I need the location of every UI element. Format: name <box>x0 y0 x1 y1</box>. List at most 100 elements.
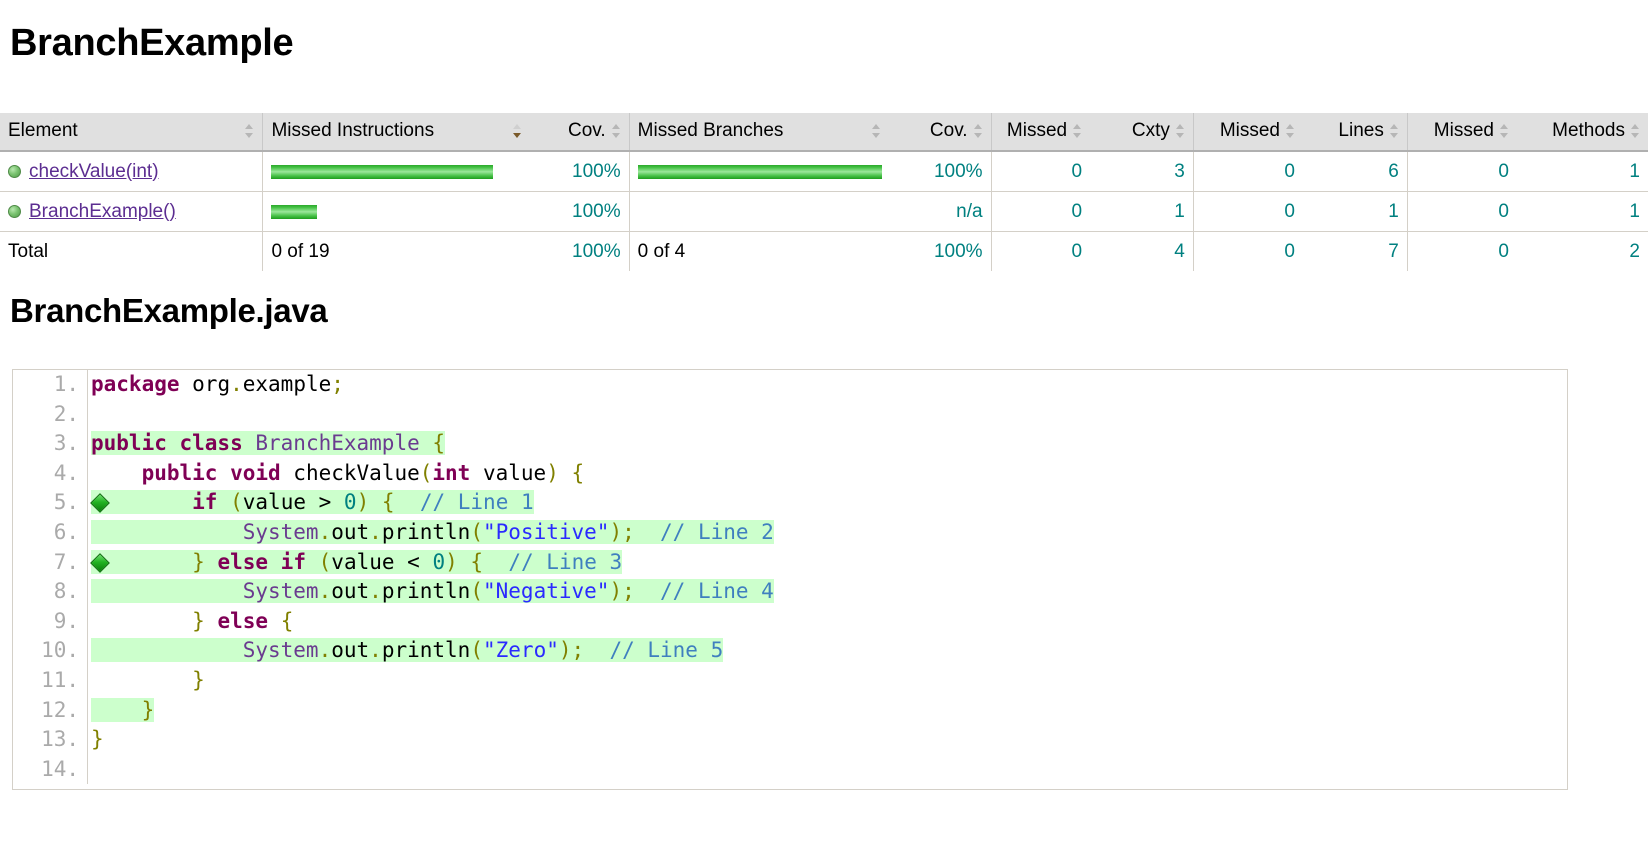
col-label-missed-branches: Missed Branches <box>637 120 784 141</box>
sort-arrow-icon[interactable] <box>245 123 254 139</box>
cell-total-label: Total <box>0 231 263 271</box>
code-line: System.out.println("Positive"); // Line … <box>89 518 1567 548</box>
sort-arrow-icon[interactable] <box>1175 123 1185 139</box>
line-number: 3. <box>53 431 79 456</box>
code-line: } <box>89 696 1567 726</box>
code-line: System.out.println("Zero"); // Line 5 <box>89 636 1567 666</box>
cell-missed-lines: 0 <box>1192 151 1303 192</box>
cell-missed-methods: 0 <box>1406 191 1517 232</box>
col-header-cxty[interactable]: Cxty <box>1090 113 1194 152</box>
sort-arrow-icon[interactable] <box>513 123 522 139</box>
code-line: } <box>91 727 104 752</box>
code-line: } else { <box>192 608 294 633</box>
col-label-missed-lines: Missed <box>1219 120 1280 141</box>
cell-total-lines: 7 <box>1303 231 1408 271</box>
line-number: 14. <box>41 756 79 781</box>
sort-arrow-icon[interactable] <box>611 123 621 139</box>
col-label-cxty: Cxty <box>1131 120 1170 141</box>
line-number: 13. <box>41 727 79 752</box>
cell-missed-lines: 0 <box>1192 191 1303 232</box>
sort-arrow-icon[interactable] <box>1389 123 1399 139</box>
col-label-missed-methods: Missed <box>1433 120 1494 141</box>
cell-missed-instructions <box>262 191 531 232</box>
col-label-lines: Lines <box>1338 120 1384 141</box>
cell-total-instructions: 0 of 19 <box>262 231 531 271</box>
col-header-element[interactable]: Element <box>0 113 263 152</box>
code-line: package org.example; <box>91 372 344 396</box>
cell-branches-cov: n/a <box>888 191 992 232</box>
sort-arrow-icon[interactable] <box>871 123 881 139</box>
line-number: 2. <box>53 401 79 426</box>
line-number: 8. <box>53 579 79 604</box>
code-line: if (value > 0) { // Line 1 <box>89 488 1567 518</box>
code-text-area: package org.example; public class Branch… <box>89 370 1567 784</box>
sort-arrow-icon[interactable] <box>1499 123 1509 139</box>
cell-instructions-cov: 100% <box>530 151 630 192</box>
col-label-branches-cov: Cov. <box>929 120 968 141</box>
table-row: BranchExample() 100% n/a 0 1 0 1 0 1 <box>0 191 1648 232</box>
line-number-gutter: 1. 2. 3. 4. 5. 6. 7. 8. 9. 10. 11. 12. 1… <box>13 370 88 785</box>
col-label-instructions-cov: Cov. <box>567 120 606 141</box>
cell-total-methods: 2 <box>1516 231 1648 271</box>
cell-methods: 1 <box>1516 151 1648 192</box>
cell-total-instructions-cov: 100% <box>530 231 630 271</box>
cell-lines: 6 <box>1303 151 1408 192</box>
coverage-table: Element Missed Instructions Cov. Missed … <box>0 113 1648 271</box>
cell-missed-cxty: 0 <box>990 191 1091 232</box>
cell-lines: 1 <box>1303 191 1408 232</box>
code-line: public void checkValue(int value) { <box>141 460 585 485</box>
cell-instructions-cov: 100% <box>530 191 630 232</box>
col-header-methods[interactable]: Methods <box>1516 113 1648 152</box>
instructions-coverage-bar <box>271 204 318 219</box>
col-header-missed-methods[interactable]: Missed <box>1406 113 1517 152</box>
table-header-row: Element Missed Instructions Cov. Missed … <box>0 113 1648 152</box>
line-number: 4. <box>53 460 79 485</box>
line-number: 6. <box>53 519 79 544</box>
code-line: } else if (value < 0) { // Line 3 <box>89 548 1567 578</box>
sort-arrow-icon[interactable] <box>1286 123 1295 139</box>
line-number: 10. <box>41 638 79 663</box>
cell-element: BranchExample() <box>0 191 263 232</box>
branches-coverage-bar <box>637 164 882 179</box>
sort-arrow-icon[interactable] <box>973 123 983 139</box>
cell-missed-branches <box>628 151 889 192</box>
line-number: 12. <box>41 697 79 722</box>
cell-total-missed-cxty: 0 <box>990 231 1091 271</box>
cell-cxty: 3 <box>1090 151 1194 192</box>
sort-arrow-icon[interactable] <box>1631 123 1640 139</box>
line-number: 5. <box>53 490 79 515</box>
col-label-methods: Methods <box>1552 120 1625 141</box>
col-header-lines[interactable]: Lines <box>1303 113 1408 152</box>
page-title: BranchExample <box>10 22 294 64</box>
col-header-missed-cxty[interactable]: Missed <box>990 113 1091 152</box>
code-lines: 1. 2. 3. 4. 5. 6. 7. 8. 9. 10. 11. 12. 1… <box>13 370 1567 785</box>
col-header-branches-cov[interactable]: Cov. <box>888 113 992 152</box>
cell-total-branches: 0 of 4 <box>628 231 889 271</box>
sort-arrow-icon[interactable] <box>1073 123 1082 139</box>
col-header-missed-instructions[interactable]: Missed Instructions <box>262 113 531 152</box>
cell-missed-cxty: 0 <box>990 151 1091 192</box>
cell-total-missed-lines: 0 <box>1192 231 1303 271</box>
col-header-missed-lines[interactable]: Missed <box>1192 113 1303 152</box>
cell-methods: 1 <box>1516 191 1648 232</box>
col-header-missed-branches[interactable]: Missed Branches <box>628 113 889 152</box>
line-number: 1. <box>53 372 79 396</box>
col-header-instructions-cov[interactable]: Cov. <box>530 113 630 152</box>
code-line: } <box>192 667 205 692</box>
coverage-table-container: Element Missed Instructions Cov. Missed … <box>0 113 1648 271</box>
element-link[interactable]: checkValue(int) <box>29 161 159 182</box>
table-row: checkValue(int) 100% 100% 0 3 0 6 0 1 <box>0 151 1648 192</box>
line-number: 7. <box>53 549 79 574</box>
cell-missed-methods: 0 <box>1406 151 1517 192</box>
source-file-title: BranchExample.java <box>10 292 328 329</box>
source-code-viewer: 1. 2. 3. 4. 5. 6. 7. 8. 9. 10. 11. 12. 1… <box>12 369 1568 790</box>
code-line: System.out.println("Negative"); // Line … <box>89 577 1567 607</box>
element-link[interactable]: BranchExample() <box>29 201 176 222</box>
cell-branches-cov: 100% <box>888 151 992 192</box>
cell-total-branches-cov: 100% <box>888 231 992 271</box>
cell-element: checkValue(int) <box>0 151 263 192</box>
cell-missed-instructions <box>262 151 531 192</box>
table-total-row: Total 0 of 19 100% 0 of 4 100% 0 4 0 7 0… <box>0 231 1648 271</box>
